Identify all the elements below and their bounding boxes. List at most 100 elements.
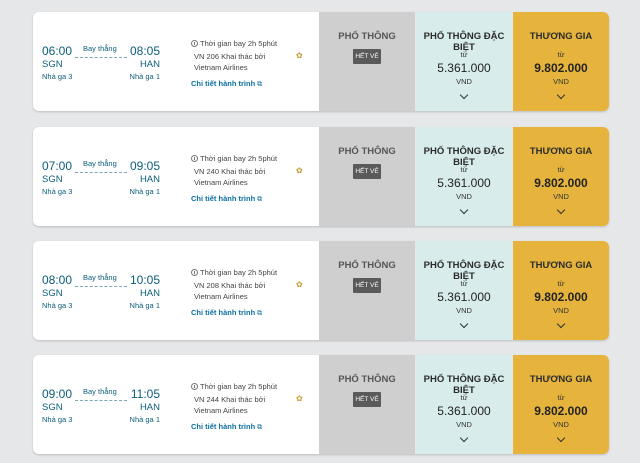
fare-economy-title: PHỔ THÔNG bbox=[338, 260, 396, 271]
arrival-time: 10:05 bbox=[129, 273, 160, 287]
departure-airport: SGN bbox=[42, 174, 63, 185]
fare-deluxe-economy[interactable]: PHỔ THÔNG ĐẶC BIỆT từ 5.361.000 VND bbox=[415, 241, 512, 340]
currency-label: VND bbox=[553, 192, 569, 201]
flight-number-operator: VN 240 Khai thác bởi Vietnam Airlines bbox=[194, 167, 266, 187]
arrival-terminal: Nhà ga 1 bbox=[129, 72, 160, 81]
from-label: từ bbox=[460, 279, 468, 288]
fare-business[interactable]: THƯƠNG GIA từ 9.802.000 VND bbox=[512, 127, 609, 226]
sold-out-badge: HẾT VÉ bbox=[353, 392, 381, 407]
chevron-down-icon[interactable] bbox=[556, 90, 566, 100]
fare-business[interactable]: THƯƠNG GIA từ 9.802.000 VND bbox=[512, 12, 609, 111]
lotus-logo-icon: ✿ bbox=[296, 51, 303, 60]
fare-deluxe-economy[interactable]: PHỔ THÔNG ĐẶC BIỆT từ 5.361.000 VND bbox=[415, 127, 512, 226]
chevron-down-icon[interactable] bbox=[459, 90, 469, 100]
arrival-airport: HAN bbox=[139, 402, 160, 413]
fare-deluxe-economy[interactable]: PHỔ THÔNG ĐẶC BIỆT từ 5.361.000 VND bbox=[415, 355, 512, 454]
sold-out-badge: HẾT VÉ bbox=[353, 164, 381, 179]
currency-label: VND bbox=[456, 77, 472, 86]
fare-business-title: THƯƠNG GIA bbox=[529, 260, 593, 271]
fare-economy-title: PHỔ THÔNG bbox=[338, 31, 396, 42]
fare-business[interactable]: THƯƠNG GIA từ 9.802.000 VND bbox=[512, 241, 609, 340]
lotus-logo-icon: ✿ bbox=[296, 166, 303, 175]
business-price: 9.802.000 bbox=[534, 404, 588, 418]
route-info: 07:00 SGN Nhà ga 3 Bay thẳng 09:05 HAN N… bbox=[33, 127, 185, 226]
fare-economy-title: PHỔ THÔNG bbox=[338, 374, 396, 385]
departure-terminal: Nhà ga 3 bbox=[42, 187, 73, 196]
lotus-logo-icon: ✿ bbox=[296, 280, 303, 289]
route-line bbox=[75, 286, 127, 287]
clock-icon bbox=[191, 155, 198, 162]
currency-label: VND bbox=[456, 420, 472, 429]
departure-terminal: Nhà ga 3 bbox=[42, 72, 73, 81]
deluxe-price: 5.361.000 bbox=[437, 176, 491, 190]
clock-icon bbox=[191, 40, 198, 47]
departure-airport: SGN bbox=[42, 288, 63, 299]
itinerary-details-link[interactable]: Chi tiết hành trình ⧉ bbox=[191, 422, 262, 432]
flight-details: Thời gian bay 2h 5phút VN 208 Khai thác … bbox=[185, 241, 319, 340]
flight-duration: Thời gian bay 2h 5phút bbox=[200, 154, 278, 163]
departure-time: 06:00 bbox=[42, 44, 73, 58]
currency-label: VND bbox=[553, 420, 569, 429]
chevron-down-icon[interactable] bbox=[556, 433, 566, 443]
fare-business[interactable]: THƯƠNG GIA từ 9.802.000 VND bbox=[512, 355, 609, 454]
from-label: từ bbox=[557, 165, 565, 174]
flight-card: 06:00 SGN Nhà ga 3 Bay thẳng 08:05 HAN N… bbox=[33, 12, 609, 111]
clock-icon bbox=[191, 269, 198, 276]
external-link-icon: ⧉ bbox=[257, 424, 263, 431]
chevron-down-icon[interactable] bbox=[459, 205, 469, 215]
departure-time: 09:00 bbox=[42, 387, 73, 401]
flight-number-operator: VN 206 Khai thác bởi Vietnam Airlines bbox=[194, 52, 266, 72]
currency-label: VND bbox=[553, 306, 569, 315]
itinerary-details-link[interactable]: Chi tiết hành trình ⧉ bbox=[191, 79, 262, 89]
direct-flight-label: Bay thẳng bbox=[83, 159, 117, 168]
business-price: 9.802.000 bbox=[534, 176, 588, 190]
arrival-airport: HAN bbox=[139, 174, 160, 185]
from-label: từ bbox=[460, 50, 468, 59]
currency-label: VND bbox=[456, 306, 472, 315]
flight-duration: Thời gian bay 2h 5phút bbox=[200, 39, 278, 48]
chevron-down-icon[interactable] bbox=[556, 205, 566, 215]
lotus-logo-icon: ✿ bbox=[296, 394, 303, 403]
sold-out-badge: HẾT VÉ bbox=[353, 49, 381, 64]
arrival-time: 09:05 bbox=[129, 159, 160, 173]
external-link-icon: ⧉ bbox=[257, 310, 263, 317]
direct-flight-label: Bay thẳng bbox=[83, 273, 117, 282]
fare-business-title: THƯƠNG GIA bbox=[529, 31, 593, 42]
arrival-time: 11:05 bbox=[130, 387, 160, 401]
flight-number-operator: VN 244 Khai thác bởi Vietnam Airlines bbox=[194, 395, 266, 415]
flight-details: Thời gian bay 2h 5phút VN 206 Khai thác … bbox=[185, 12, 319, 111]
deluxe-price: 5.361.000 bbox=[437, 404, 491, 418]
flight-number-operator: VN 208 Khai thác bởi Vietnam Airlines bbox=[194, 281, 266, 301]
arrival-airport: HAN bbox=[139, 59, 160, 70]
sold-out-badge: HẾT VÉ bbox=[353, 278, 381, 293]
arrival-terminal: Nhà ga 1 bbox=[129, 415, 160, 424]
fare-deluxe-economy[interactable]: PHỔ THÔNG ĐẶC BIỆT từ 5.361.000 VND bbox=[415, 12, 512, 111]
business-price: 9.802.000 bbox=[534, 61, 588, 75]
fare-economy: PHỔ THÔNG HẾT VÉ bbox=[319, 241, 415, 340]
flight-duration: Thời gian bay 2h 5phút bbox=[200, 268, 278, 277]
fare-economy-title: PHỔ THÔNG bbox=[338, 146, 396, 157]
fare-economy: PHỔ THÔNG HẾT VÉ bbox=[319, 12, 415, 111]
chevron-down-icon[interactable] bbox=[459, 319, 469, 329]
fare-economy: PHỔ THÔNG HẾT VÉ bbox=[319, 127, 415, 226]
arrival-terminal: Nhà ga 1 bbox=[129, 301, 160, 310]
departure-time: 08:00 bbox=[42, 273, 73, 287]
flight-card: 09:00 SGN Nhà ga 3 Bay thẳng 11:05 HAN N… bbox=[33, 355, 609, 454]
fare-business-title: THƯƠNG GIA bbox=[529, 374, 593, 385]
chevron-down-icon[interactable] bbox=[556, 319, 566, 329]
flight-card: 07:00 SGN Nhà ga 3 Bay thẳng 09:05 HAN N… bbox=[33, 127, 609, 226]
chevron-down-icon[interactable] bbox=[459, 433, 469, 443]
from-label: từ bbox=[460, 393, 468, 402]
itinerary-details-link[interactable]: Chi tiết hành trình ⧉ bbox=[191, 194, 262, 204]
route-line bbox=[75, 57, 127, 58]
clock-icon bbox=[191, 383, 198, 390]
external-link-icon: ⧉ bbox=[257, 81, 263, 88]
itinerary-details-link[interactable]: Chi tiết hành trình ⧉ bbox=[191, 308, 262, 318]
external-link-icon: ⧉ bbox=[257, 196, 263, 203]
flight-details: Thời gian bay 2h 5phút VN 240 Khai thác … bbox=[185, 127, 319, 226]
departure-terminal: Nhà ga 3 bbox=[42, 301, 73, 310]
from-label: từ bbox=[557, 50, 565, 59]
flight-card: 08:00 SGN Nhà ga 3 Bay thẳng 10:05 HAN N… bbox=[33, 241, 609, 340]
route-info: 08:00 SGN Nhà ga 3 Bay thẳng 10:05 HAN N… bbox=[33, 241, 185, 340]
from-label: từ bbox=[460, 165, 468, 174]
